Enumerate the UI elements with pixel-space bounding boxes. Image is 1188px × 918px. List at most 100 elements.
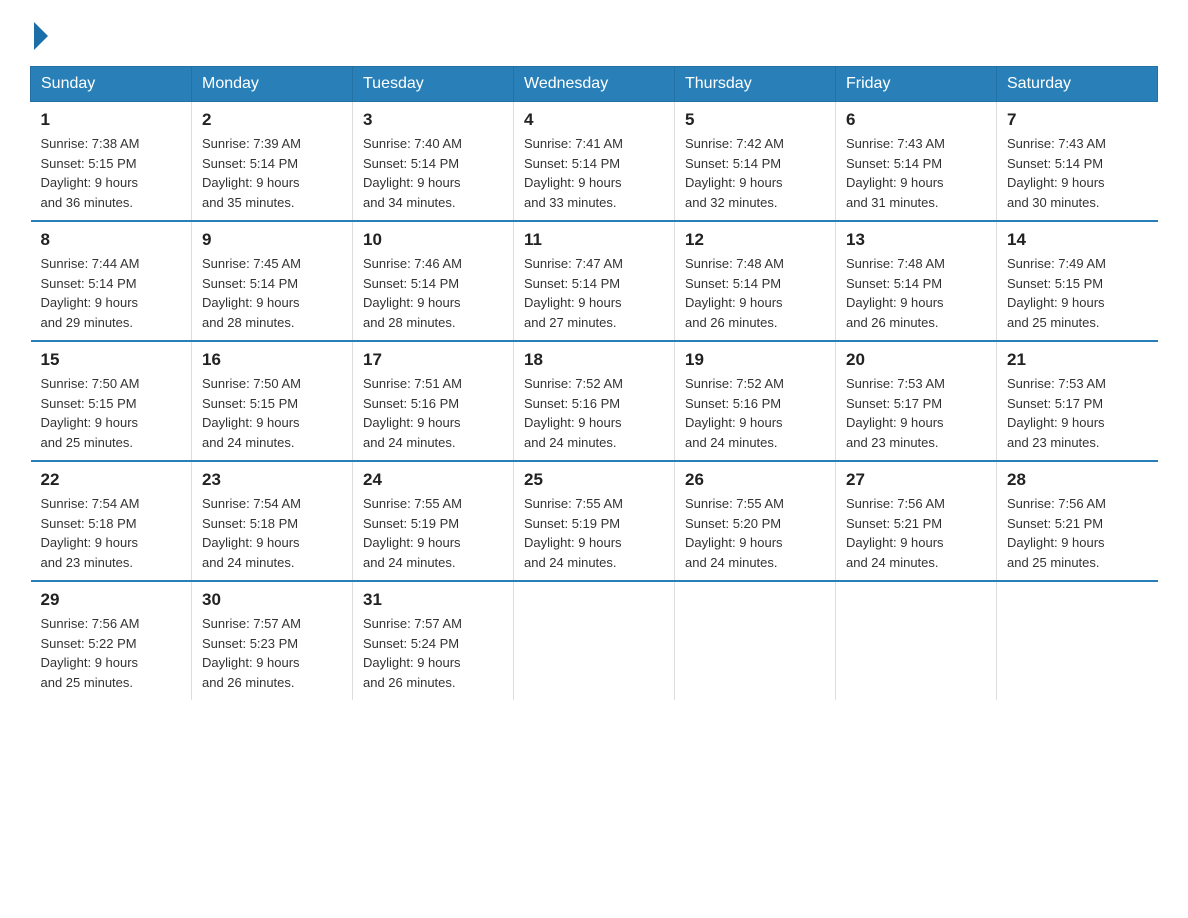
sunrise-label: Sunrise: 7:43 AM xyxy=(1007,136,1106,151)
daylight-minutes: and 25 minutes. xyxy=(41,675,134,690)
calendar-cell: 12 Sunrise: 7:48 AM Sunset: 5:14 PM Dayl… xyxy=(675,221,836,341)
sunrise-label: Sunrise: 7:47 AM xyxy=(524,256,623,271)
sunrise-label: Sunrise: 7:54 AM xyxy=(202,496,301,511)
sunset-label: Sunset: 5:14 PM xyxy=(846,156,942,171)
day-number: 20 xyxy=(846,350,986,370)
daylight-label: Daylight: 9 hours xyxy=(524,295,622,310)
daylight-label: Daylight: 9 hours xyxy=(1007,295,1105,310)
sunrise-label: Sunrise: 7:48 AM xyxy=(846,256,945,271)
daylight-minutes: and 28 minutes. xyxy=(363,315,456,330)
daylight-minutes: and 27 minutes. xyxy=(524,315,617,330)
daylight-label: Daylight: 9 hours xyxy=(363,655,461,670)
day-info: Sunrise: 7:43 AM Sunset: 5:14 PM Dayligh… xyxy=(846,134,986,212)
daylight-label: Daylight: 9 hours xyxy=(202,655,300,670)
day-number: 19 xyxy=(685,350,825,370)
daylight-minutes: and 24 minutes. xyxy=(363,555,456,570)
day-info: Sunrise: 7:46 AM Sunset: 5:14 PM Dayligh… xyxy=(363,254,503,332)
day-info: Sunrise: 7:55 AM Sunset: 5:19 PM Dayligh… xyxy=(363,494,503,572)
sunset-label: Sunset: 5:14 PM xyxy=(41,276,137,291)
sunrise-label: Sunrise: 7:48 AM xyxy=(685,256,784,271)
sunset-label: Sunset: 5:23 PM xyxy=(202,636,298,651)
calendar-week-row: 1 Sunrise: 7:38 AM Sunset: 5:15 PM Dayli… xyxy=(31,102,1158,222)
sunset-label: Sunset: 5:15 PM xyxy=(41,156,137,171)
sunset-label: Sunset: 5:14 PM xyxy=(1007,156,1103,171)
sunrise-label: Sunrise: 7:46 AM xyxy=(363,256,462,271)
sunrise-label: Sunrise: 7:42 AM xyxy=(685,136,784,151)
column-header-saturday: Saturday xyxy=(997,67,1158,102)
day-info: Sunrise: 7:44 AM Sunset: 5:14 PM Dayligh… xyxy=(41,254,182,332)
day-info: Sunrise: 7:57 AM Sunset: 5:24 PM Dayligh… xyxy=(363,614,503,692)
calendar-cell xyxy=(997,581,1158,700)
calendar-week-row: 15 Sunrise: 7:50 AM Sunset: 5:15 PM Dayl… xyxy=(31,341,1158,461)
calendar-cell: 6 Sunrise: 7:43 AM Sunset: 5:14 PM Dayli… xyxy=(836,102,997,222)
calendar-cell: 15 Sunrise: 7:50 AM Sunset: 5:15 PM Dayl… xyxy=(31,341,192,461)
sunrise-label: Sunrise: 7:53 AM xyxy=(1007,376,1106,391)
daylight-label: Daylight: 9 hours xyxy=(41,655,139,670)
sunrise-label: Sunrise: 7:43 AM xyxy=(846,136,945,151)
daylight-minutes: and 24 minutes. xyxy=(202,435,295,450)
sunrise-label: Sunrise: 7:50 AM xyxy=(41,376,140,391)
daylight-minutes: and 28 minutes. xyxy=(202,315,295,330)
calendar-cell: 22 Sunrise: 7:54 AM Sunset: 5:18 PM Dayl… xyxy=(31,461,192,581)
column-header-sunday: Sunday xyxy=(31,67,192,102)
sunset-label: Sunset: 5:14 PM xyxy=(524,156,620,171)
sunrise-label: Sunrise: 7:57 AM xyxy=(202,616,301,631)
sunset-label: Sunset: 5:14 PM xyxy=(846,276,942,291)
daylight-minutes: and 25 minutes. xyxy=(1007,315,1100,330)
calendar-cell: 7 Sunrise: 7:43 AM Sunset: 5:14 PM Dayli… xyxy=(997,102,1158,222)
sunrise-label: Sunrise: 7:52 AM xyxy=(685,376,784,391)
sunset-label: Sunset: 5:21 PM xyxy=(1007,516,1103,531)
daylight-minutes: and 31 minutes. xyxy=(846,195,939,210)
sunset-label: Sunset: 5:17 PM xyxy=(846,396,942,411)
calendar-cell: 1 Sunrise: 7:38 AM Sunset: 5:15 PM Dayli… xyxy=(31,102,192,222)
daylight-minutes: and 29 minutes. xyxy=(41,315,134,330)
daylight-minutes: and 26 minutes. xyxy=(685,315,778,330)
calendar-cell: 17 Sunrise: 7:51 AM Sunset: 5:16 PM Dayl… xyxy=(353,341,514,461)
day-number: 6 xyxy=(846,110,986,130)
daylight-label: Daylight: 9 hours xyxy=(1007,175,1105,190)
calendar-week-row: 29 Sunrise: 7:56 AM Sunset: 5:22 PM Dayl… xyxy=(31,581,1158,700)
column-header-tuesday: Tuesday xyxy=(353,67,514,102)
day-info: Sunrise: 7:52 AM Sunset: 5:16 PM Dayligh… xyxy=(524,374,664,452)
sunrise-label: Sunrise: 7:39 AM xyxy=(202,136,301,151)
calendar-header-row: SundayMondayTuesdayWednesdayThursdayFrid… xyxy=(31,67,1158,102)
daylight-minutes: and 35 minutes. xyxy=(202,195,295,210)
daylight-minutes: and 36 minutes. xyxy=(41,195,134,210)
sunset-label: Sunset: 5:18 PM xyxy=(202,516,298,531)
sunrise-label: Sunrise: 7:50 AM xyxy=(202,376,301,391)
daylight-label: Daylight: 9 hours xyxy=(41,175,139,190)
sunset-label: Sunset: 5:16 PM xyxy=(685,396,781,411)
day-info: Sunrise: 7:48 AM Sunset: 5:14 PM Dayligh… xyxy=(685,254,825,332)
sunset-label: Sunset: 5:24 PM xyxy=(363,636,459,651)
sunrise-label: Sunrise: 7:53 AM xyxy=(846,376,945,391)
daylight-label: Daylight: 9 hours xyxy=(363,415,461,430)
daylight-minutes: and 24 minutes. xyxy=(685,555,778,570)
day-info: Sunrise: 7:56 AM Sunset: 5:21 PM Dayligh… xyxy=(1007,494,1148,572)
daylight-minutes: and 24 minutes. xyxy=(685,435,778,450)
day-info: Sunrise: 7:47 AM Sunset: 5:14 PM Dayligh… xyxy=(524,254,664,332)
daylight-label: Daylight: 9 hours xyxy=(363,535,461,550)
sunrise-label: Sunrise: 7:49 AM xyxy=(1007,256,1106,271)
page-header xyxy=(30,20,1158,46)
sunset-label: Sunset: 5:16 PM xyxy=(363,396,459,411)
daylight-minutes: and 30 minutes. xyxy=(1007,195,1100,210)
calendar-cell: 27 Sunrise: 7:56 AM Sunset: 5:21 PM Dayl… xyxy=(836,461,997,581)
day-info: Sunrise: 7:51 AM Sunset: 5:16 PM Dayligh… xyxy=(363,374,503,452)
daylight-label: Daylight: 9 hours xyxy=(846,535,944,550)
calendar-cell: 19 Sunrise: 7:52 AM Sunset: 5:16 PM Dayl… xyxy=(675,341,836,461)
daylight-label: Daylight: 9 hours xyxy=(685,175,783,190)
day-number: 31 xyxy=(363,590,503,610)
daylight-minutes: and 33 minutes. xyxy=(524,195,617,210)
day-info: Sunrise: 7:38 AM Sunset: 5:15 PM Dayligh… xyxy=(41,134,182,212)
sunrise-label: Sunrise: 7:40 AM xyxy=(363,136,462,151)
sunset-label: Sunset: 5:16 PM xyxy=(524,396,620,411)
daylight-label: Daylight: 9 hours xyxy=(846,175,944,190)
day-info: Sunrise: 7:50 AM Sunset: 5:15 PM Dayligh… xyxy=(41,374,182,452)
daylight-label: Daylight: 9 hours xyxy=(41,415,139,430)
day-number: 10 xyxy=(363,230,503,250)
day-info: Sunrise: 7:55 AM Sunset: 5:19 PM Dayligh… xyxy=(524,494,664,572)
sunrise-label: Sunrise: 7:57 AM xyxy=(363,616,462,631)
day-info: Sunrise: 7:56 AM Sunset: 5:22 PM Dayligh… xyxy=(41,614,182,692)
calendar-cell: 10 Sunrise: 7:46 AM Sunset: 5:14 PM Dayl… xyxy=(353,221,514,341)
sunset-label: Sunset: 5:14 PM xyxy=(202,276,298,291)
